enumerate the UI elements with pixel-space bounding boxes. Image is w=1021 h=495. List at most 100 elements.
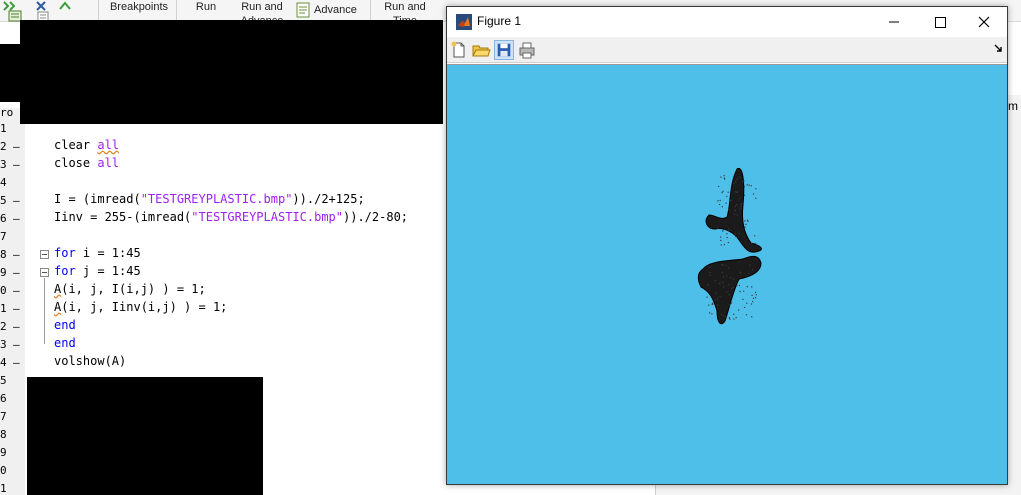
volume-voxel bbox=[743, 235, 745, 238]
volume-voxel bbox=[717, 200, 719, 202]
volume-voxel bbox=[733, 318, 735, 320]
volume-voxel bbox=[706, 296, 708, 298]
run-button[interactable]: Run bbox=[186, 0, 226, 14]
volume-voxel bbox=[723, 175, 725, 177]
volume-voxel bbox=[729, 200, 732, 202]
code-line[interactable]: volshow(A) bbox=[54, 354, 126, 368]
volume-voxel bbox=[719, 295, 721, 297]
volume-voxel bbox=[736, 285, 738, 287]
volume-voxel bbox=[727, 267, 730, 269]
minimize-button[interactable] bbox=[871, 7, 917, 37]
volume-upper-part bbox=[705, 167, 762, 253]
figure-window[interactable]: Figure 1 bbox=[446, 6, 1008, 485]
new-figure-icon[interactable] bbox=[449, 40, 469, 60]
volume-voxel bbox=[724, 316, 727, 318]
volume-voxel bbox=[727, 242, 729, 244]
volume-voxel bbox=[736, 214, 738, 216]
volume-voxel bbox=[727, 228, 729, 230]
volume-voxel bbox=[755, 197, 757, 199]
volume-voxel bbox=[726, 236, 728, 239]
volume-voxel bbox=[726, 195, 728, 197]
advance-icon[interactable] bbox=[296, 2, 312, 18]
volume-voxel bbox=[746, 286, 748, 288]
volume-voxel bbox=[743, 290, 745, 292]
figure-axes-canvas[interactable] bbox=[447, 64, 1007, 484]
volume-render bbox=[697, 167, 762, 325]
fold-toggle[interactable] bbox=[40, 250, 49, 259]
breakpoints-button[interactable]: Breakpoints bbox=[104, 0, 174, 14]
volume-voxel bbox=[754, 235, 756, 237]
step-out-icon[interactable] bbox=[58, 0, 72, 12]
volume-voxel bbox=[739, 290, 741, 293]
volume-voxel bbox=[736, 191, 739, 193]
close-button[interactable] bbox=[961, 7, 1007, 37]
volume-voxel bbox=[748, 273, 750, 275]
volume-voxel bbox=[722, 230, 724, 232]
breakpoints-label: Breakpoints bbox=[109, 1, 169, 13]
volume-voxel bbox=[720, 236, 722, 238]
volume-voxel bbox=[738, 284, 741, 287]
save-icon[interactable] bbox=[494, 40, 514, 60]
volume-voxel bbox=[754, 291, 757, 293]
advance-button[interactable]: Advance bbox=[314, 3, 366, 17]
volume-voxel bbox=[728, 317, 730, 319]
toolstrip-divider bbox=[98, 0, 99, 22]
dock-arrow-icon[interactable] bbox=[993, 43, 1003, 53]
volume-voxel bbox=[746, 302, 748, 304]
code-line[interactable]: close all bbox=[54, 156, 119, 170]
code-line[interactable]: end bbox=[54, 336, 76, 350]
volume-voxel bbox=[748, 184, 750, 186]
volume-shape bbox=[697, 167, 762, 325]
volume-voxel bbox=[733, 213, 735, 215]
maximize-button[interactable] bbox=[917, 7, 963, 37]
volume-voxel bbox=[745, 314, 748, 316]
code-line[interactable]: clear all bbox=[54, 138, 119, 152]
run-label: Run bbox=[195, 1, 217, 13]
volume-voxel bbox=[719, 282, 721, 284]
code-line[interactable]: I = (imread("TESTGREYPLASTIC.bmp"))./2+1… bbox=[54, 192, 365, 206]
volume-voxel bbox=[722, 264, 724, 266]
volume-voxel bbox=[732, 278, 735, 280]
fold-toggle[interactable] bbox=[40, 268, 49, 277]
volume-voxel bbox=[721, 206, 723, 208]
print-icon[interactable] bbox=[517, 40, 537, 60]
volume-voxel bbox=[728, 209, 730, 211]
code-line[interactable]: Iinv = 255-(imread("TESTGREYPLASTIC.bmp"… bbox=[54, 210, 408, 224]
advance-label: Advance bbox=[314, 4, 357, 16]
volume-voxel bbox=[709, 312, 711, 314]
volume-voxel bbox=[750, 185, 752, 187]
volume-voxel bbox=[720, 244, 722, 246]
volume-voxel bbox=[744, 226, 746, 228]
volume-voxel bbox=[709, 266, 711, 268]
open-file-icon[interactable] bbox=[471, 40, 491, 60]
figure-title-bar[interactable]: Figure 1 bbox=[447, 7, 1007, 37]
volume-voxel bbox=[722, 190, 724, 192]
code-line[interactable]: for j = 1:45 bbox=[54, 264, 141, 278]
volume-voxel bbox=[706, 284, 708, 286]
volume-voxel bbox=[730, 302, 733, 304]
volume-voxel bbox=[739, 209, 741, 211]
volume-voxel bbox=[733, 313, 735, 315]
volume-voxel bbox=[738, 233, 740, 235]
volume-voxel bbox=[732, 286, 734, 288]
volume-voxel bbox=[735, 181, 737, 183]
volume-voxel bbox=[711, 302, 714, 304]
code-line[interactable]: A(i, j, Iinv(i,j) ) = 1; bbox=[54, 300, 227, 314]
redacted-region bbox=[0, 44, 24, 102]
volume-voxel bbox=[711, 313, 713, 315]
code-line[interactable]: end bbox=[54, 318, 76, 332]
volume-voxel bbox=[738, 198, 741, 200]
volume-voxel bbox=[723, 177, 725, 179]
volume-voxel bbox=[752, 297, 755, 299]
volume-voxel bbox=[722, 281, 724, 283]
volume-voxel bbox=[709, 272, 711, 274]
code-line[interactable]: A(i, j, I(i,j) ) = 1; bbox=[54, 282, 206, 296]
volume-voxel bbox=[755, 188, 757, 190]
volume-voxel bbox=[729, 318, 731, 320]
volume-voxel bbox=[720, 176, 722, 178]
volume-voxel bbox=[745, 223, 747, 225]
volume-lower-part bbox=[697, 255, 762, 325]
code-line[interactable]: for i = 1:45 bbox=[54, 246, 141, 260]
volume-voxel bbox=[746, 219, 749, 221]
volume-voxel bbox=[714, 280, 716, 282]
